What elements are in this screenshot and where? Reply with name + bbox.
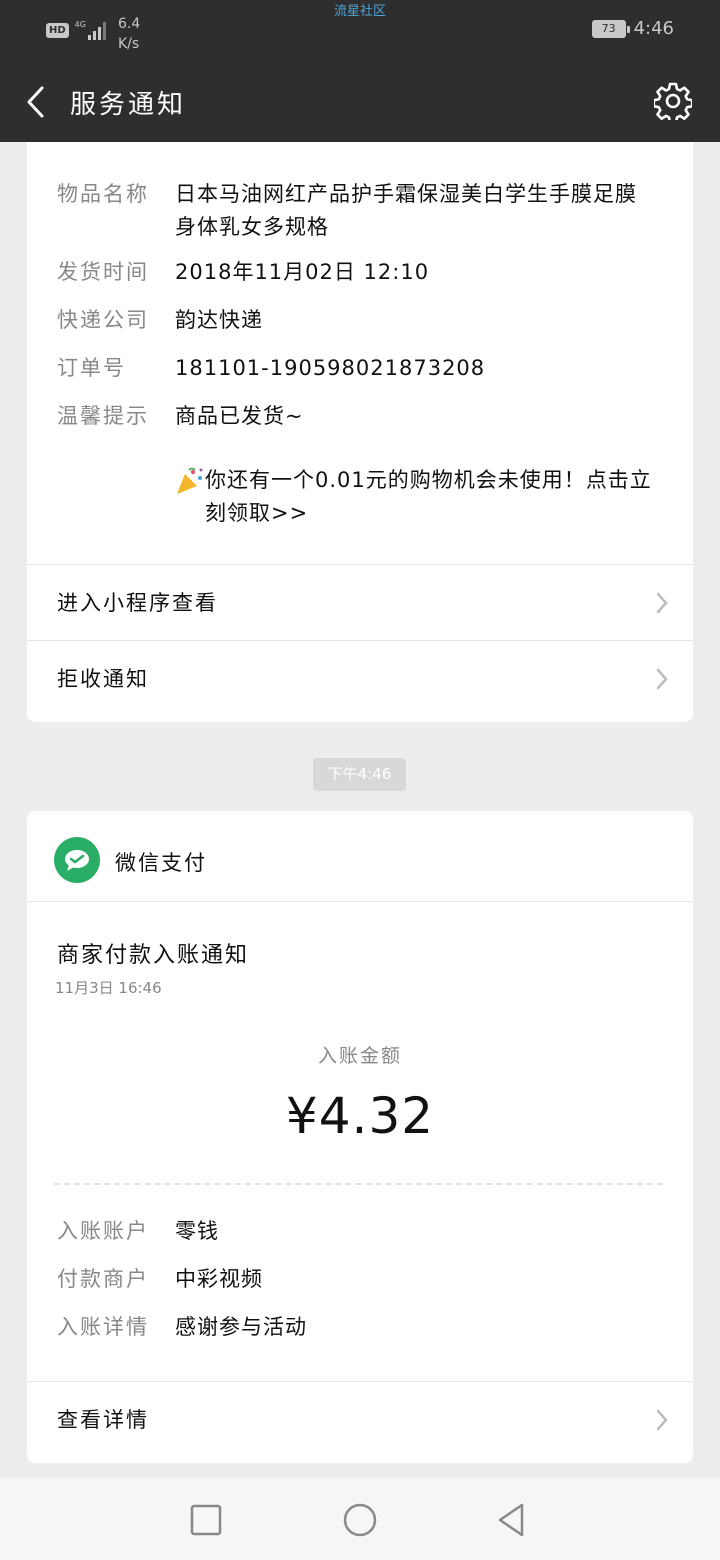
detail-key: 入账详情 [57,1315,149,1339]
amount-label: 入账金额 [317,1045,402,1067]
detail-key: 温馨提示 [57,404,149,428]
status-right: 73 4:46 [591,18,674,39]
amount-value: ¥4.32 [285,1087,435,1145]
action-label: 进入小程序查看 [57,591,218,615]
notification-title: 商家付款入账通知 [57,943,250,968]
action-label: 拒收通知 [57,667,149,691]
signal-icon: 4G [75,20,108,40]
promo-label: 你还有一个0.01元的购物机会未使用！点击立刻领取>> [205,468,652,525]
detail-key: 订单号 [57,356,126,380]
divider [27,901,693,902]
detail-value: 商品已发货~ [175,404,304,428]
network-type: 4G [74,20,86,29]
reject-notifications-button[interactable]: 拒收通知 [27,641,693,717]
action-label: 查看详情 [57,1408,149,1432]
detail-value: 日本马油网红产品护手霜保湿美白学生手膜足膜身体乳女多规格 [175,182,637,239]
party-popper-icon [177,467,203,494]
detail-value: 2018年11月02日 12:10 [175,260,430,284]
recent-apps-square-icon[interactable] [186,1500,226,1540]
settings-gear-icon[interactable] [654,82,692,120]
dashed-divider [54,1183,663,1185]
detail-value: 181101-190598021873208 [175,356,486,380]
notification-datetime: 11月3日 16:46 [55,979,162,997]
detail-row: 快递公司 韵达快递 [57,304,655,337]
detail-key: 入账账户 [57,1219,149,1243]
back-icon[interactable] [22,84,52,120]
open-miniprogram-button[interactable]: 进入小程序查看 [27,565,693,641]
detail-key: 物品名称 [57,182,149,206]
clock: 4:46 [633,18,674,39]
app-header: 服务通知 [0,62,720,142]
promo-row[interactable]: 你还有一个0.01元的购物机会未使用！点击立刻领取>> [57,464,655,530]
chevron-right-icon [656,592,668,614]
battery-level: 73 [601,21,616,35]
status-bar: 流星社区 HD 4G 6.4 K/s 73 4:46 [0,0,720,62]
home-circle-icon[interactable] [340,1500,380,1540]
chevron-right-icon [656,668,668,690]
detail-value: 零钱 [175,1219,219,1243]
service-name: 微信支付 [115,851,207,875]
payment-notice-card: 微信支付 商家付款入账通知 11月3日 16:46 入账金额 ¥4.32 入账账… [27,811,693,1463]
chevron-right-icon [656,1409,668,1431]
detail-row: 订单号 181101-190598021873208 [57,352,655,385]
view-details-button[interactable]: 查看详情 [27,1382,693,1458]
system-nav-bar [0,1478,720,1560]
message-timestamp: 下午4:46 [313,758,406,791]
hd-badge: HD [46,23,69,38]
detail-key: 付款商户 [57,1267,149,1291]
detail-row: 付款商户 中彩视频 [57,1263,655,1296]
detail-value: 感谢参与活动 [175,1315,307,1339]
detail-row: 物品名称 日本马油网红产品护手霜保湿美白学生手膜足膜身体乳女多规格 [57,178,655,244]
detail-row: 入账账户 零钱 [57,1215,655,1248]
detail-row: 入账详情 感谢参与活动 [57,1311,655,1344]
battery-icon: 73 [591,19,630,38]
detail-value: 中彩视频 [175,1267,263,1291]
status-left: HD 4G 6.4 K/s [46,14,140,54]
detail-key: 快递公司 [57,308,149,332]
network-speed: 6.4 K/s [117,16,141,52]
back-triangle-icon[interactable] [492,1500,532,1540]
shipping-notice-card: 物品名称 日本马油网红产品护手霜保湿美白学生手膜足膜身体乳女多规格 发货时间 2… [27,142,693,722]
detail-value: 韵达快递 [175,308,263,332]
wechat-pay-icon [54,837,100,883]
detail-row: 发货时间 2018年11月02日 12:10 [57,256,655,289]
detail-key: 发货时间 [57,260,149,284]
page-title: 服务通知 [70,90,187,120]
detail-row: 温馨提示 商品已发货~ [57,400,655,433]
promo-text[interactable]: 你还有一个0.01元的购物机会未使用！点击立刻领取>> [175,464,655,530]
